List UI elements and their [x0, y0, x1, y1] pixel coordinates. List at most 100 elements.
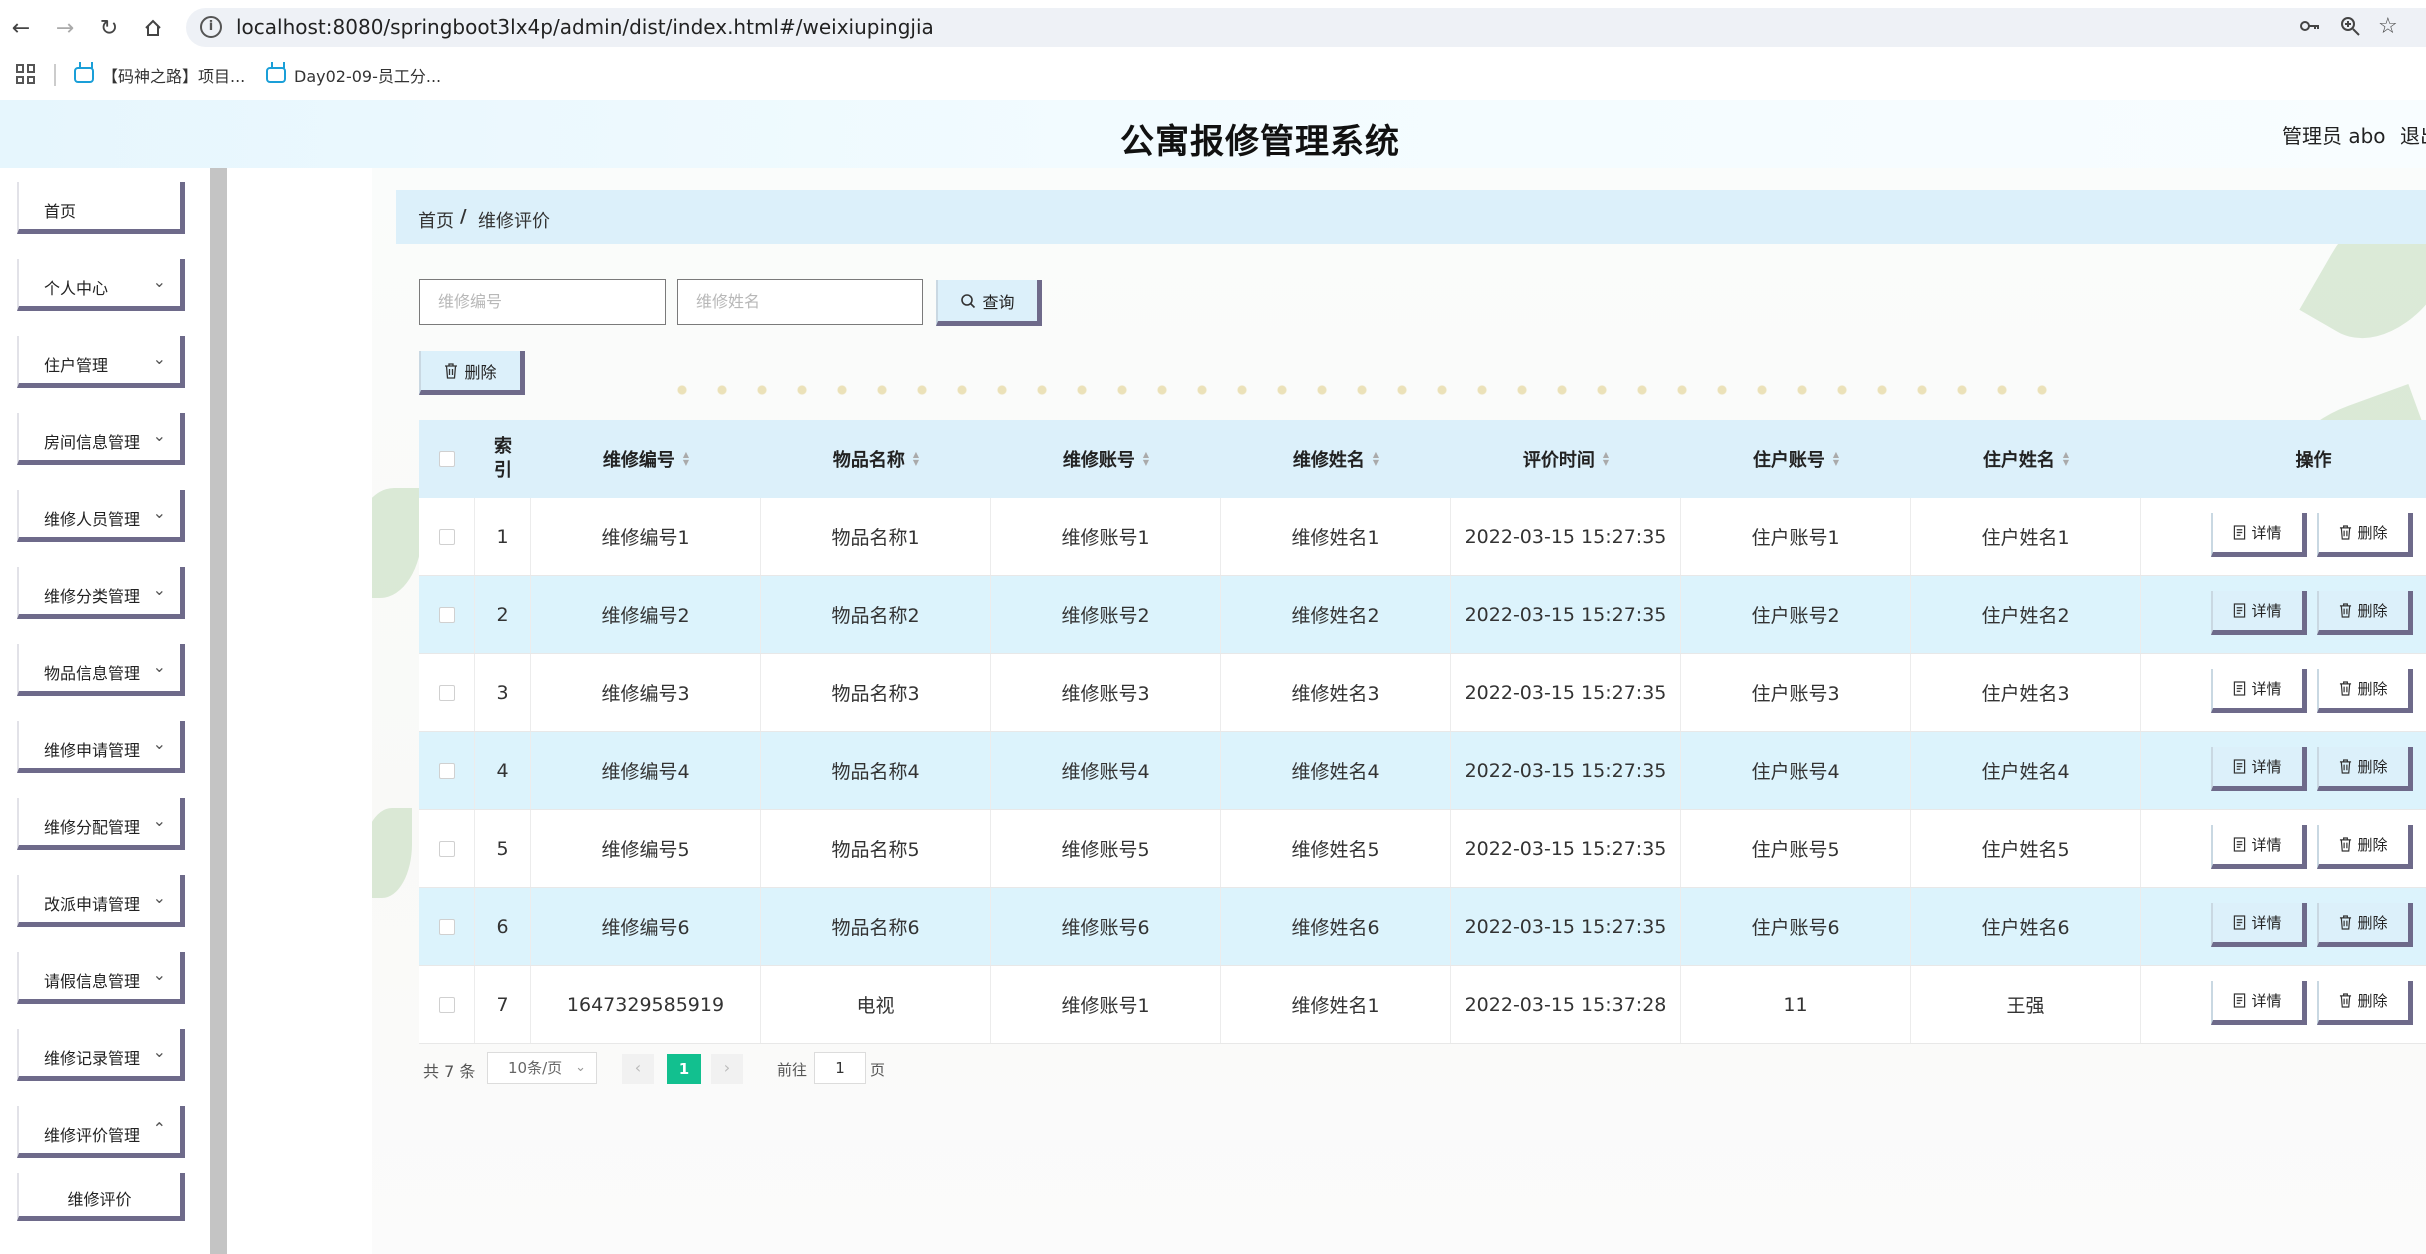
detail-button[interactable]: 详情 [2211, 981, 2307, 1025]
detail-button[interactable]: 详情 [2211, 591, 2307, 635]
column-header-resident-account[interactable]: 住户账号 ▲ ▼ [1681, 420, 1911, 498]
column-header-repair-number[interactable]: 维修编号 ▲ ▼ [531, 420, 761, 498]
table-row: 6 维修编号6 物品名称6 维修账号6 维修姓名6 2022-03-15 15:27:35… [419, 888, 2426, 966]
sidebar-item-personal-center[interactable]: 个人中心 ⌄ [17, 259, 185, 311]
row-checkbox[interactable] [438, 606, 455, 623]
row-delete-button[interactable]: 删除 [2317, 669, 2413, 713]
sort-icon[interactable]: ▲ ▼ [913, 451, 919, 467]
column-header-item-name[interactable]: 物品名称 ▲ ▼ [761, 420, 991, 498]
bilibili-icon [74, 67, 94, 83]
chevron-down-icon: ⌄ [152, 503, 166, 522]
row-delete-button[interactable]: 删除 [2317, 903, 2413, 947]
sort-icon[interactable]: ▲ ▼ [1603, 451, 1609, 467]
sidebar-item-repair-evaluation[interactable]: 维修评价管理 ⌃ [17, 1106, 185, 1158]
sort-icon[interactable]: ▲ ▼ [1833, 451, 1839, 467]
row-checkbox[interactable] [438, 918, 455, 935]
query-button[interactable]: 查询 [936, 280, 1042, 326]
cell-resident-account: 住户账号1 [1681, 498, 1911, 575]
row-select-cell [419, 810, 475, 887]
sidebar-item-room-info[interactable]: 房间信息管理 ⌄ [17, 413, 185, 465]
cell-item-name: 物品名称4 [761, 732, 991, 809]
row-delete-button[interactable]: 删除 [2317, 981, 2413, 1025]
sidebar-item-repair-category[interactable]: 维修分类管理 ⌄ [17, 567, 185, 619]
cell-resident-account: 住户账号3 [1681, 654, 1911, 731]
batch-delete-button[interactable]: 删除 [419, 351, 525, 395]
sort-icon[interactable]: ▲ ▼ [1373, 451, 1379, 467]
sidebar-item-repair-record[interactable]: 维修记录管理 ⌄ [17, 1029, 185, 1081]
cell-repair-name: 维修姓名4 [1221, 732, 1451, 809]
sort-icon[interactable]: ▲ ▼ [683, 451, 689, 467]
detail-button[interactable]: 详情 [2211, 747, 2307, 791]
goto-page-input[interactable]: 1 [814, 1052, 866, 1084]
prev-page-button[interactable]: ‹ [622, 1054, 654, 1084]
address-bar[interactable]: i localhost:8080/springboot3lx4p/admin/d… [186, 8, 2426, 47]
sidebar-item-item-info[interactable]: 物品信息管理 ⌄ [17, 644, 185, 696]
select-all-checkbox[interactable] [439, 451, 455, 467]
sidebar-item-repair-assignment[interactable]: 维修分配管理 ⌄ [17, 798, 185, 850]
breadcrumb-home[interactable]: 首页 [418, 207, 454, 233]
trash-icon [2340, 525, 2352, 540]
row-checkbox[interactable] [438, 528, 455, 545]
column-header-evaluation-time[interactable]: 评价时间 ▲ ▼ [1451, 420, 1681, 498]
detail-button-label: 详情 [2251, 836, 2282, 854]
row-checkbox[interactable] [438, 996, 455, 1013]
zoom-icon[interactable] [2338, 14, 2362, 44]
repair-number-input[interactable]: 维修编号 [419, 279, 666, 325]
cell-repair-number: 维修编号1 [531, 498, 761, 575]
chevron-down-icon: ⌄ [152, 811, 166, 830]
chevron-down-icon: ⌄ [152, 426, 166, 445]
sort-icon[interactable]: ▲ ▼ [2063, 451, 2069, 467]
sidebar-subitem-repair-evaluation[interactable]: 维修评价 [17, 1173, 185, 1221]
dots-decoration [662, 384, 2062, 396]
sidebar-item-repair-request[interactable]: 维修申请管理 ⌄ [17, 721, 185, 773]
sidebar-scrollbar[interactable] [210, 168, 227, 1254]
cell-resident-account: 住户账号2 [1681, 576, 1911, 653]
row-delete-button[interactable]: 删除 [2317, 747, 2413, 791]
sidebar-item-reassign-request[interactable]: 改派申请管理 ⌄ [17, 875, 185, 927]
bookmark-item-1[interactable]: 【码神之路】项目... [74, 63, 245, 87]
column-header-repair-name[interactable]: 维修姓名 ▲ ▼ [1221, 420, 1451, 498]
bookmark-item-2[interactable]: Day02-09-员工分... [266, 63, 441, 87]
sidebar-item-home[interactable]: 首页 [17, 182, 185, 234]
row-delete-button[interactable]: 删除 [2317, 591, 2413, 635]
trash-icon [445, 362, 458, 379]
sidebar-item-repair-staff[interactable]: 维修人员管理 ⌄ [17, 490, 185, 542]
row-checkbox[interactable] [438, 684, 455, 701]
detail-button[interactable]: 详情 [2211, 825, 2307, 869]
reload-icon[interactable]: ↻ [94, 13, 124, 43]
sidebar-item-resident-management[interactable]: 住户管理 ⌄ [17, 336, 185, 388]
detail-button[interactable]: 详情 [2211, 513, 2307, 557]
back-arrow-icon[interactable]: ← [6, 13, 36, 43]
apps-grid-icon[interactable] [16, 64, 36, 84]
cell-repair-number: 维修编号2 [531, 576, 761, 653]
document-icon [2234, 525, 2246, 540]
table-header: 索引 维修编号 ▲ ▼ 物品名称 ▲ ▼ 维修账号 ▲ ▼ 维修姓名 ▲ ▼ 评价时间 ▲ ▼ 住户… [419, 420, 2426, 498]
bookmark-star-icon[interactable]: ☆ [2378, 14, 2398, 39]
home-icon[interactable] [138, 13, 168, 43]
sort-icon[interactable]: ▲ ▼ [1143, 451, 1149, 467]
row-checkbox[interactable] [438, 840, 455, 857]
forward-arrow-icon[interactable]: → [50, 13, 80, 43]
repair-name-input[interactable]: 维修姓名 [677, 279, 923, 325]
document-icon [2234, 915, 2246, 930]
chevron-down-icon: ⌄ [152, 888, 166, 907]
logout-link[interactable]: 退出登录 [2400, 120, 2426, 149]
row-delete-button[interactable]: 删除 [2317, 513, 2413, 557]
row-checkbox[interactable] [438, 762, 455, 779]
current-page-button[interactable]: 1 [667, 1054, 701, 1084]
leaf-decoration [372, 488, 422, 598]
row-delete-button[interactable]: 删除 [2317, 825, 2413, 869]
address-url[interactable]: localhost:8080/springboot3lx4p/admin/dis… [236, 15, 934, 39]
sidebar-item-leave-info[interactable]: 请假信息管理 ⌄ [17, 952, 185, 1004]
password-key-icon[interactable] [2298, 14, 2322, 44]
column-header-resident-name[interactable]: 住户姓名 ▲ ▼ [1911, 420, 2141, 498]
cell-item-name: 物品名称2 [761, 576, 991, 653]
detail-button[interactable]: 详情 [2211, 669, 2307, 713]
column-header-repair-account[interactable]: 维修账号 ▲ ▼ [991, 420, 1221, 498]
sidebar-item-label: 维修申请管理 [44, 741, 141, 760]
cell-repair-account: 维修账号4 [991, 732, 1221, 809]
detail-button[interactable]: 详情 [2211, 903, 2307, 947]
next-page-button[interactable]: › [711, 1054, 743, 1084]
site-info-icon[interactable]: i [200, 16, 222, 38]
page-size-select[interactable]: 10条/页 ⌄ [487, 1052, 597, 1084]
